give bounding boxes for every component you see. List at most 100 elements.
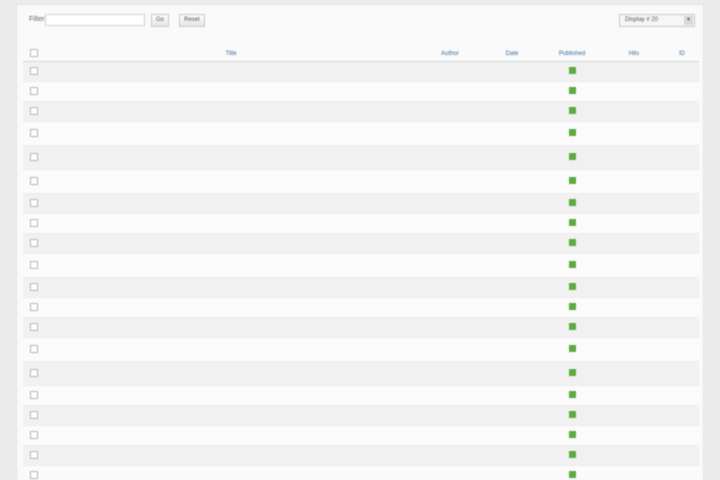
row-checkbox[interactable] <box>30 390 38 399</box>
article-title-link[interactable] <box>45 169 417 194</box>
published-cell <box>541 425 603 446</box>
row-checkbox[interactable] <box>30 106 38 115</box>
published-status-icon[interactable] <box>568 431 576 438</box>
row-checkbox[interactable] <box>30 344 38 353</box>
published-status-icon[interactable] <box>568 129 576 136</box>
published-status-icon[interactable] <box>568 471 576 478</box>
article-title-link[interactable] <box>45 425 417 446</box>
table-row <box>23 317 699 338</box>
article-title-link[interactable] <box>45 337 417 362</box>
select-all-checkbox[interactable] <box>30 49 38 57</box>
row-checkbox[interactable] <box>30 430 38 439</box>
published-status-icon[interactable] <box>568 451 576 458</box>
row-checkbox[interactable] <box>30 470 38 479</box>
article-author <box>417 121 483 146</box>
row-checkbox[interactable] <box>30 218 38 227</box>
row-checkbox[interactable] <box>30 86 38 95</box>
article-author <box>417 297 483 318</box>
published-status-icon[interactable] <box>568 303 576 310</box>
published-status-icon[interactable] <box>568 261 576 268</box>
article-date <box>483 277 541 298</box>
published-status-icon[interactable] <box>568 283 576 290</box>
header-date[interactable]: Date <box>483 47 541 62</box>
published-status-icon[interactable] <box>568 107 576 114</box>
article-title-link[interactable] <box>45 405 417 426</box>
article-title-link[interactable] <box>45 277 417 298</box>
article-id <box>665 297 699 318</box>
published-cell <box>541 465 603 480</box>
row-checkbox[interactable] <box>30 322 38 331</box>
article-id <box>665 233 699 254</box>
article-id <box>665 213 699 234</box>
published-status-icon[interactable] <box>568 345 576 352</box>
published-status-icon[interactable] <box>568 87 576 94</box>
article-title-link[interactable] <box>45 445 417 466</box>
article-title-link[interactable] <box>45 465 417 480</box>
published-status-icon[interactable] <box>568 219 576 226</box>
article-title-link[interactable] <box>45 81 417 102</box>
published-status-icon[interactable] <box>568 411 576 418</box>
row-checkbox[interactable] <box>30 282 38 291</box>
published-status-icon[interactable] <box>568 199 576 206</box>
row-checkbox[interactable] <box>30 450 38 459</box>
article-title-link[interactable] <box>45 121 417 146</box>
go-button[interactable]: Go <box>151 14 170 27</box>
table-row <box>23 81 699 102</box>
display-count-select[interactable]: Display # 20 ▾ <box>619 14 695 27</box>
row-select-cell <box>23 405 45 426</box>
header-title[interactable]: Title <box>45 47 417 62</box>
row-checkbox[interactable] <box>30 198 38 207</box>
published-status-icon[interactable] <box>568 67 576 74</box>
published-status-icon[interactable] <box>568 369 576 376</box>
row-select-cell <box>23 445 45 466</box>
row-checkbox[interactable] <box>30 368 38 377</box>
article-title-link[interactable] <box>45 361 417 386</box>
article-id <box>665 61 699 82</box>
row-checkbox[interactable] <box>30 66 38 75</box>
row-checkbox[interactable] <box>30 152 38 161</box>
article-title-link[interactable] <box>45 213 417 234</box>
published-status-icon[interactable] <box>568 239 576 246</box>
published-status-icon[interactable] <box>568 323 576 330</box>
row-checkbox[interactable] <box>30 410 38 419</box>
article-title-link[interactable] <box>45 101 417 122</box>
header-published[interactable]: Published <box>541 47 603 62</box>
article-author <box>417 233 483 254</box>
article-author <box>417 61 483 82</box>
article-author <box>417 445 483 466</box>
row-select-cell <box>23 233 45 254</box>
row-checkbox[interactable] <box>30 302 38 311</box>
article-title-link[interactable] <box>45 385 417 406</box>
published-status-icon[interactable] <box>568 391 576 398</box>
article-author <box>417 361 483 386</box>
article-hits <box>603 61 665 82</box>
article-title-link[interactable] <box>45 145 417 170</box>
published-status-icon[interactable] <box>568 153 576 160</box>
row-checkbox[interactable] <box>30 128 38 137</box>
article-author <box>417 213 483 234</box>
article-title-link[interactable] <box>45 297 417 318</box>
article-title-link[interactable] <box>45 317 417 338</box>
reset-button[interactable]: Reset <box>179 14 205 27</box>
header-hits[interactable]: Hits <box>603 47 665 62</box>
header-id[interactable]: ID <box>665 47 699 62</box>
header-author[interactable]: Author <box>417 47 483 62</box>
row-checkbox[interactable] <box>30 238 38 247</box>
row-select-cell <box>23 465 45 480</box>
article-title-link[interactable] <box>45 193 417 214</box>
row-checkbox[interactable] <box>30 176 38 185</box>
article-date <box>483 465 541 480</box>
article-title-link[interactable] <box>45 253 417 278</box>
article-author <box>417 425 483 446</box>
row-select-cell <box>23 385 45 406</box>
article-title-link[interactable] <box>45 233 417 254</box>
published-cell <box>541 81 603 102</box>
row-select-cell <box>23 253 45 278</box>
article-hits <box>603 405 665 426</box>
header-select-all[interactable] <box>23 47 45 62</box>
published-status-icon[interactable] <box>568 177 576 184</box>
article-title-link[interactable] <box>45 61 417 82</box>
article-hits <box>603 233 665 254</box>
filter-input[interactable] <box>45 14 145 26</box>
row-checkbox[interactable] <box>30 260 38 269</box>
